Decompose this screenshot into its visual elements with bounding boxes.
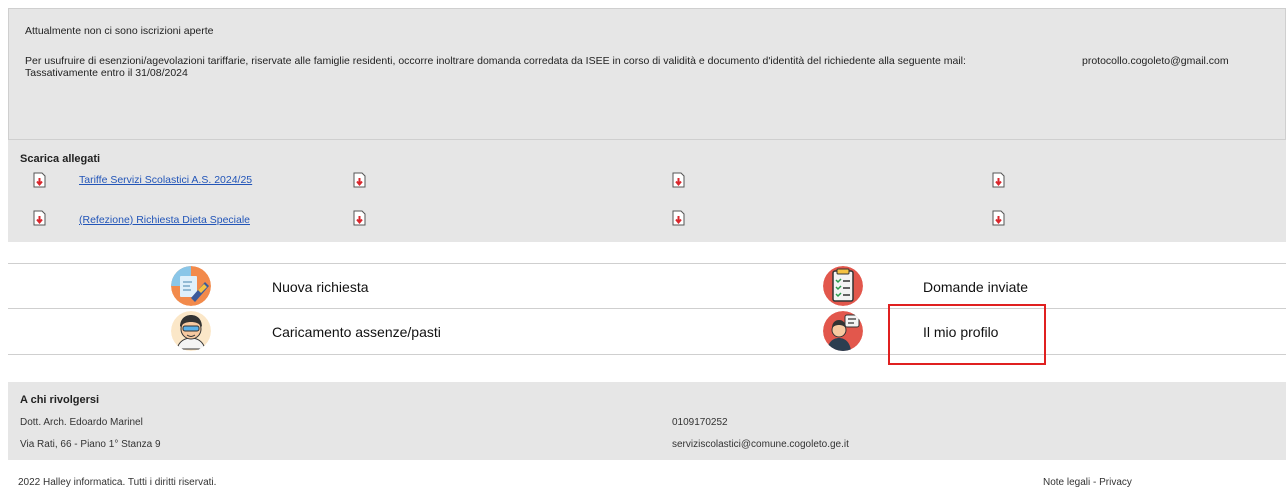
download-pdf-icon[interactable] — [992, 210, 1005, 226]
download-pdf-icon[interactable] — [672, 210, 685, 226]
attachments-panel: Scarica allegati Tariffe Servizi Scolast… — [8, 140, 1286, 242]
contact-phone: 0109170252 — [672, 417, 728, 428]
contact-title: A chi rivolgersi — [20, 394, 100, 406]
attachment-link-dieta[interactable]: (Refezione) Richiesta Dieta Speciale — [79, 214, 250, 226]
menu-row: Caricamento assenze/pasti Il mio profilo — [8, 308, 1286, 355]
attachment-link-tariffe[interactable]: Tariffe Servizi Scolastici A.S. 2024/25 — [79, 174, 252, 186]
footer-copyright: 2022 Halley informatica. Tutti i diritti… — [18, 477, 217, 488]
caricamento-assenze-link[interactable]: Caricamento assenze/pasti — [272, 324, 441, 340]
new-request-icon[interactable] — [171, 266, 211, 306]
contact-name: Dott. Arch. Edoardo Marinel — [20, 417, 143, 428]
contact-address: Via Rati, 66 - Piano 1° Stanza 9 — [20, 439, 161, 450]
sent-applications-icon[interactable] — [823, 266, 863, 306]
download-pdf-icon[interactable] — [353, 210, 366, 226]
notice-panel: Attualmente non ci sono iscrizioni apert… — [8, 8, 1286, 140]
profile-icon[interactable] — [823, 311, 863, 351]
absences-meals-icon[interactable] — [171, 311, 211, 351]
notice-deadline: Tassativamente entro il 31/08/2024 — [25, 67, 188, 79]
download-pdf-icon[interactable] — [672, 172, 685, 188]
contact-panel: A chi rivolgersi Dott. Arch. Edoardo Mar… — [8, 382, 1286, 460]
attachments-title: Scarica allegati — [20, 153, 101, 165]
download-pdf-icon[interactable] — [353, 172, 366, 188]
download-pdf-icon[interactable] — [992, 172, 1005, 188]
menu-row: Nuova richiesta Domande inviate — [8, 263, 1286, 309]
contact-email: serviziscolastici@comune.cogoleto.ge.it — [672, 439, 849, 450]
download-pdf-icon[interactable] — [33, 210, 46, 226]
footer-legal-link[interactable]: Note legali - Privacy — [1043, 477, 1132, 488]
notice-mail: protocollo.cogoleto@gmail.com — [1082, 55, 1229, 67]
nuova-richiesta-link[interactable]: Nuova richiesta — [272, 279, 369, 295]
notice-no-enrollments: Attualmente non ci sono iscrizioni apert… — [25, 25, 214, 37]
domande-inviate-link[interactable]: Domande inviate — [923, 279, 1028, 295]
profile-highlight-box — [888, 304, 1046, 365]
download-pdf-icon[interactable] — [33, 172, 46, 188]
